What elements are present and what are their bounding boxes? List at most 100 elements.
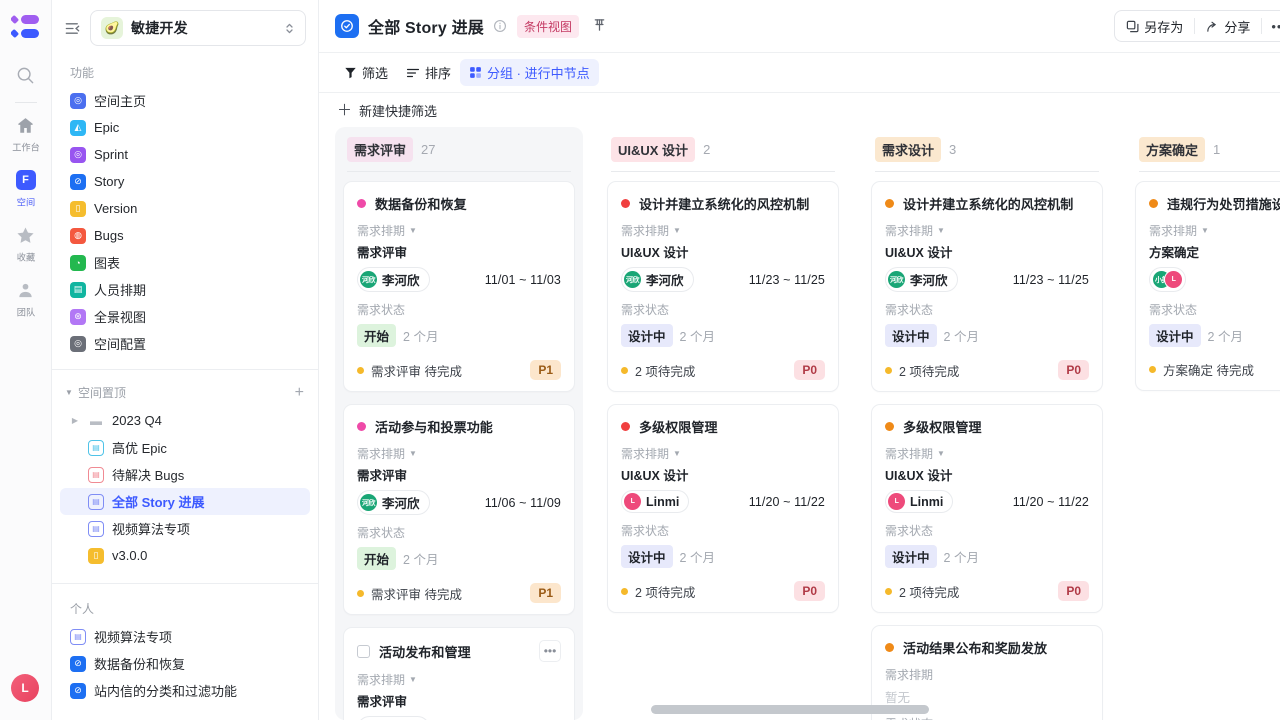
- chevron-down-icon[interactable]: ▼: [673, 449, 681, 458]
- group-button[interactable]: 分组 · 进行中节点: [460, 59, 599, 86]
- sidebar-pinned-2023 Q4[interactable]: ▶ ▬ 2023 Q4: [60, 407, 310, 434]
- board-column[interactable]: 需求评审 27 数据备份和恢复 需求排期 ▼ 需求评审 河欣 李河欣 11/01 ~ 11/03…: [335, 127, 583, 720]
- avatar[interactable]: L: [11, 674, 39, 702]
- assignee-chip[interactable]: 河欣李河欣: [621, 267, 694, 292]
- feature-icon: ⊘: [70, 173, 86, 190]
- sidebar-item-Bugs[interactable]: ◍ Bugs: [60, 222, 310, 249]
- kanban-card[interactable]: 活动发布和管理•••需求排期▼需求评审河欣李河欣11/13 ~ 11/16需求状…: [343, 627, 575, 720]
- card-title-row: 活动参与和投票功能: [357, 417, 561, 436]
- sort-button[interactable]: 排序: [397, 59, 460, 86]
- kanban-card[interactable]: 违规行为处罚措施设 需求排期 ▼ 方案确定 小美 L 需求状态 设计中 2 个月 方案确定 待完成: [1135, 181, 1280, 391]
- sidebar-personal-数据备份和恢复[interactable]: ⊘ 数据备份和恢复: [60, 650, 310, 677]
- main-header: 全部 Story 进展 条件视图 另存为 分享 •: [319, 0, 1280, 53]
- status-badge[interactable]: 设计中: [1149, 324, 1201, 347]
- sidebar-item-Version[interactable]: ▯ Version: [60, 195, 310, 222]
- sidebar-personal-视频算法专项[interactable]: ▤ 视频算法专项: [60, 623, 310, 650]
- info-icon[interactable]: [493, 19, 507, 33]
- chevron-down-icon[interactable]: ▼: [673, 226, 681, 235]
- space-selector[interactable]: 🥑 敏捷开发: [90, 10, 306, 46]
- assignee-chip[interactable]: L Linmi: [885, 490, 954, 513]
- rail-item-favorites[interactable]: 收藏: [4, 223, 48, 264]
- sidebar-item-Epic[interactable]: ◭ Epic: [60, 114, 310, 141]
- chevron-down-icon[interactable]: ▼: [1201, 226, 1209, 235]
- rail-item-workbench[interactable]: 工作台: [4, 113, 48, 154]
- assignee-chip[interactable]: L Linmi: [621, 490, 690, 513]
- chevron-down-icon[interactable]: ▼: [937, 226, 945, 235]
- rail-item-team[interactable]: 团队: [4, 278, 48, 319]
- status-badge[interactable]: 设计中: [621, 545, 673, 568]
- chevron-down-icon[interactable]: ▼: [409, 449, 417, 458]
- horizontal-scrollbar[interactable]: [651, 705, 929, 714]
- status-badge[interactable]: 设计中: [885, 324, 937, 347]
- sidebar-item-Sprint[interactable]: ◎ Sprint: [60, 141, 310, 168]
- column-tag[interactable]: 需求评审: [347, 137, 414, 162]
- column-tag[interactable]: 方案确定: [1139, 137, 1206, 162]
- status-badge[interactable]: 开始: [357, 324, 397, 347]
- add-pinned-button[interactable]: +: [295, 384, 304, 401]
- sidebar-pinned-全部 Story 进展[interactable]: ▤ 全部 Story 进展: [60, 488, 310, 515]
- sidebar-item-全景视图[interactable]: ⊛ 全景视图: [60, 303, 310, 330]
- avatar: L: [624, 493, 641, 510]
- more-actions-button[interactable]: •••: [1262, 11, 1280, 41]
- pin-icon[interactable]: [593, 17, 606, 35]
- new-quick-filter-button[interactable]: ＋ 新建快捷筛选: [337, 101, 437, 120]
- share-button[interactable]: 分享: [1195, 11, 1261, 41]
- kanban-card[interactable]: 设计并建立系统化的风控机制 需求排期 ▼ UI&UX 设计 河欣 李河欣 11/23 ~ 1…: [607, 181, 839, 392]
- sidebar-pinned-待解决 Bugs[interactable]: ▤ 待解决 Bugs: [60, 461, 310, 488]
- save-as-button[interactable]: 另存为: [1115, 11, 1194, 41]
- sidebar-pinned-视频算法专项[interactable]: ▤ 视频算法专项: [60, 515, 310, 542]
- board-column[interactable]: UI&UX 设计 2 设计并建立系统化的风控机制 需求排期 ▼ UI&UX 设计 河欣 李河欣…: [599, 127, 847, 720]
- sidebar-item-Story[interactable]: ⊘ Story: [60, 168, 310, 195]
- priority-badge: P1: [530, 360, 561, 380]
- card-status-label: 需求状态: [357, 303, 406, 317]
- rail-label: 团队: [16, 308, 35, 319]
- status-badge[interactable]: 设计中: [621, 324, 673, 347]
- collapse-sidebar-icon[interactable]: [60, 16, 84, 40]
- kanban-card[interactable]: 设计并建立系统化的风控机制 需求排期 ▼ UI&UX 设计 河欣 李河欣 11/23 ~ 1…: [871, 181, 1103, 392]
- sidebar-item-空间主页[interactable]: ◎ 空间主页: [60, 87, 310, 114]
- assignee-name: Linmi: [910, 494, 944, 509]
- condition-view-tag[interactable]: 条件视图: [517, 14, 580, 38]
- filter-button[interactable]: 筛选: [335, 59, 397, 86]
- card-type-dot: [1149, 199, 1158, 208]
- column-tag[interactable]: UI&UX 设计: [611, 137, 696, 162]
- board-column[interactable]: 需求设计 3 设计并建立系统化的风控机制 需求排期 ▼ UI&UX 设计 河欣 李河欣 11/2…: [863, 127, 1111, 720]
- sidebar-item-人员排期[interactable]: ▤ 人员排期: [60, 276, 310, 303]
- card-footer-text: 2 项待完成: [635, 585, 696, 600]
- sidebar-item-label: 数据备份和恢复: [94, 657, 186, 672]
- sidebar-item-label: 高优 Epic: [112, 441, 167, 456]
- sidebar-item-空间配置[interactable]: ◎ 空间配置: [60, 330, 310, 357]
- column-tag[interactable]: 需求设计: [875, 137, 942, 162]
- rail-item-space[interactable]: F 空间: [4, 168, 48, 209]
- assignee-chip[interactable]: 河欣李河欣: [357, 716, 430, 720]
- folder-icon: ▬: [90, 413, 102, 428]
- kanban-card[interactable]: 多级权限管理 需求排期 ▼ UI&UX 设计 L Linmi 11/20 ~ 11/22 需求…: [871, 404, 1103, 613]
- chevron-down-icon[interactable]: ▼: [409, 675, 417, 684]
- sidebar-pinned-v3.0.0[interactable]: ▯ v3.0.0: [60, 542, 310, 569]
- board-column[interactable]: 方案确定 1 违规行为处罚措施设 需求排期 ▼ 方案确定 小美 L 需求状态 设计中 2 个月 方案确…: [1127, 127, 1280, 720]
- sidebar-pinned-高优 Epic[interactable]: ▤ 高优 Epic: [60, 434, 310, 461]
- assignee-chip[interactable]: 河欣李河欣: [357, 267, 430, 292]
- sidebar-personal-站内信的分类和过滤功能[interactable]: ⊘ 站内信的分类和过滤功能: [60, 677, 310, 704]
- app-logo[interactable]: [10, 14, 41, 40]
- assignee-chip[interactable]: 河欣李河欣: [885, 267, 958, 292]
- kanban-board[interactable]: 需求评审 27 数据备份和恢复 需求排期 ▼ 需求评审 河欣 李河欣 11/01 ~ 11/03…: [319, 127, 1280, 720]
- avatar-stack[interactable]: 小美 L: [1149, 267, 1186, 292]
- search-icon[interactable]: [11, 60, 41, 90]
- chevron-right-icon[interactable]: ▶: [70, 416, 80, 425]
- card-checkbox[interactable]: [357, 644, 370, 658]
- kanban-card[interactable]: 活动参与和投票功能 需求排期 ▼ 需求评审 河欣 李河欣 11/06 ~ 11/09 需求状态…: [343, 404, 575, 615]
- kanban-card[interactable]: 多级权限管理 需求排期 ▼ UI&UX 设计 L Linmi 11/20 ~ 11/22 需求…: [607, 404, 839, 613]
- chevron-down-icon[interactable]: ▼: [937, 449, 945, 458]
- sidebar-item-图表[interactable]: ◔ 图表: [60, 249, 310, 276]
- status-badge[interactable]: 开始: [357, 547, 397, 570]
- card-date-range: 11/20 ~ 11/22: [748, 494, 825, 509]
- schedule-label-text: 需求排期: [621, 447, 670, 461]
- card-more-icon[interactable]: •••: [539, 640, 561, 662]
- assignee-chip[interactable]: 河欣李河欣: [357, 490, 430, 515]
- status-badge[interactable]: 设计中: [885, 545, 937, 568]
- pinned-group-header[interactable]: ▼ 空间置顶 +: [52, 370, 318, 407]
- chevron-down-icon[interactable]: ▼: [409, 226, 417, 235]
- page-title: 全部 Story 进展: [368, 20, 484, 37]
- kanban-card[interactable]: 数据备份和恢复 需求排期 ▼ 需求评审 河欣 李河欣 11/01 ~ 11/03 需求状态 开始…: [343, 181, 575, 392]
